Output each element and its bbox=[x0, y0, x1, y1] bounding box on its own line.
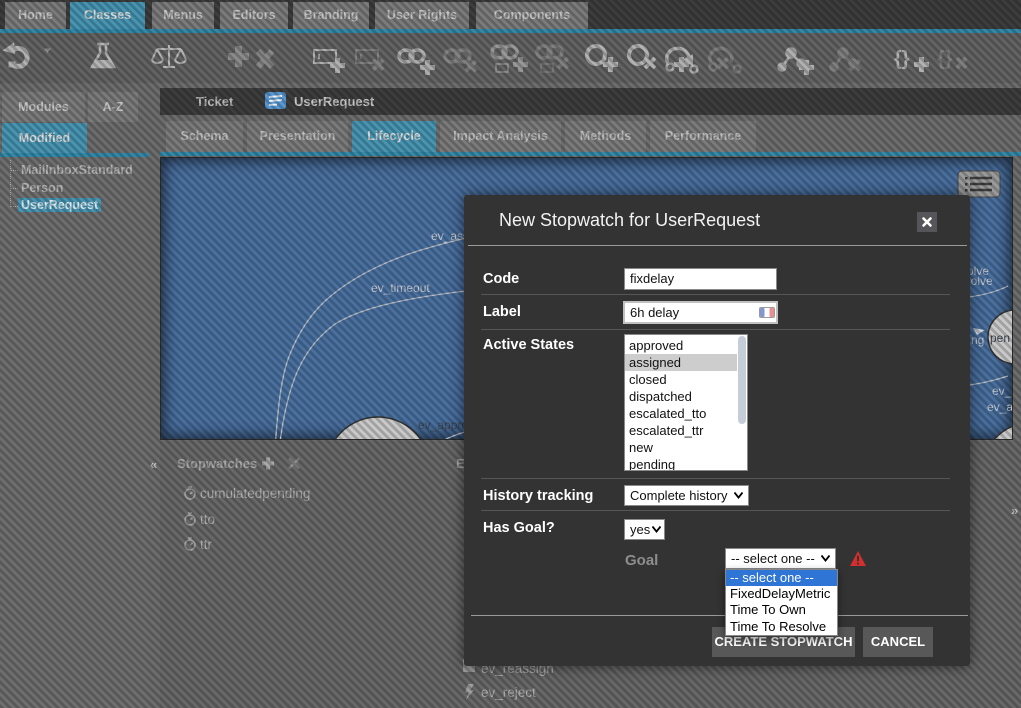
svg-text:ev_au: ev_au bbox=[987, 400, 1012, 414]
svg-text:ev_re: ev_re bbox=[992, 384, 1012, 398]
svg-text:pen: pen bbox=[990, 331, 1010, 345]
svg-text:{}: {} bbox=[894, 48, 910, 70]
svg-text:ev_timeout: ev_timeout bbox=[371, 281, 430, 295]
svg-text:ng: ng bbox=[971, 333, 984, 347]
svg-text:{}: {} bbox=[937, 48, 953, 70]
